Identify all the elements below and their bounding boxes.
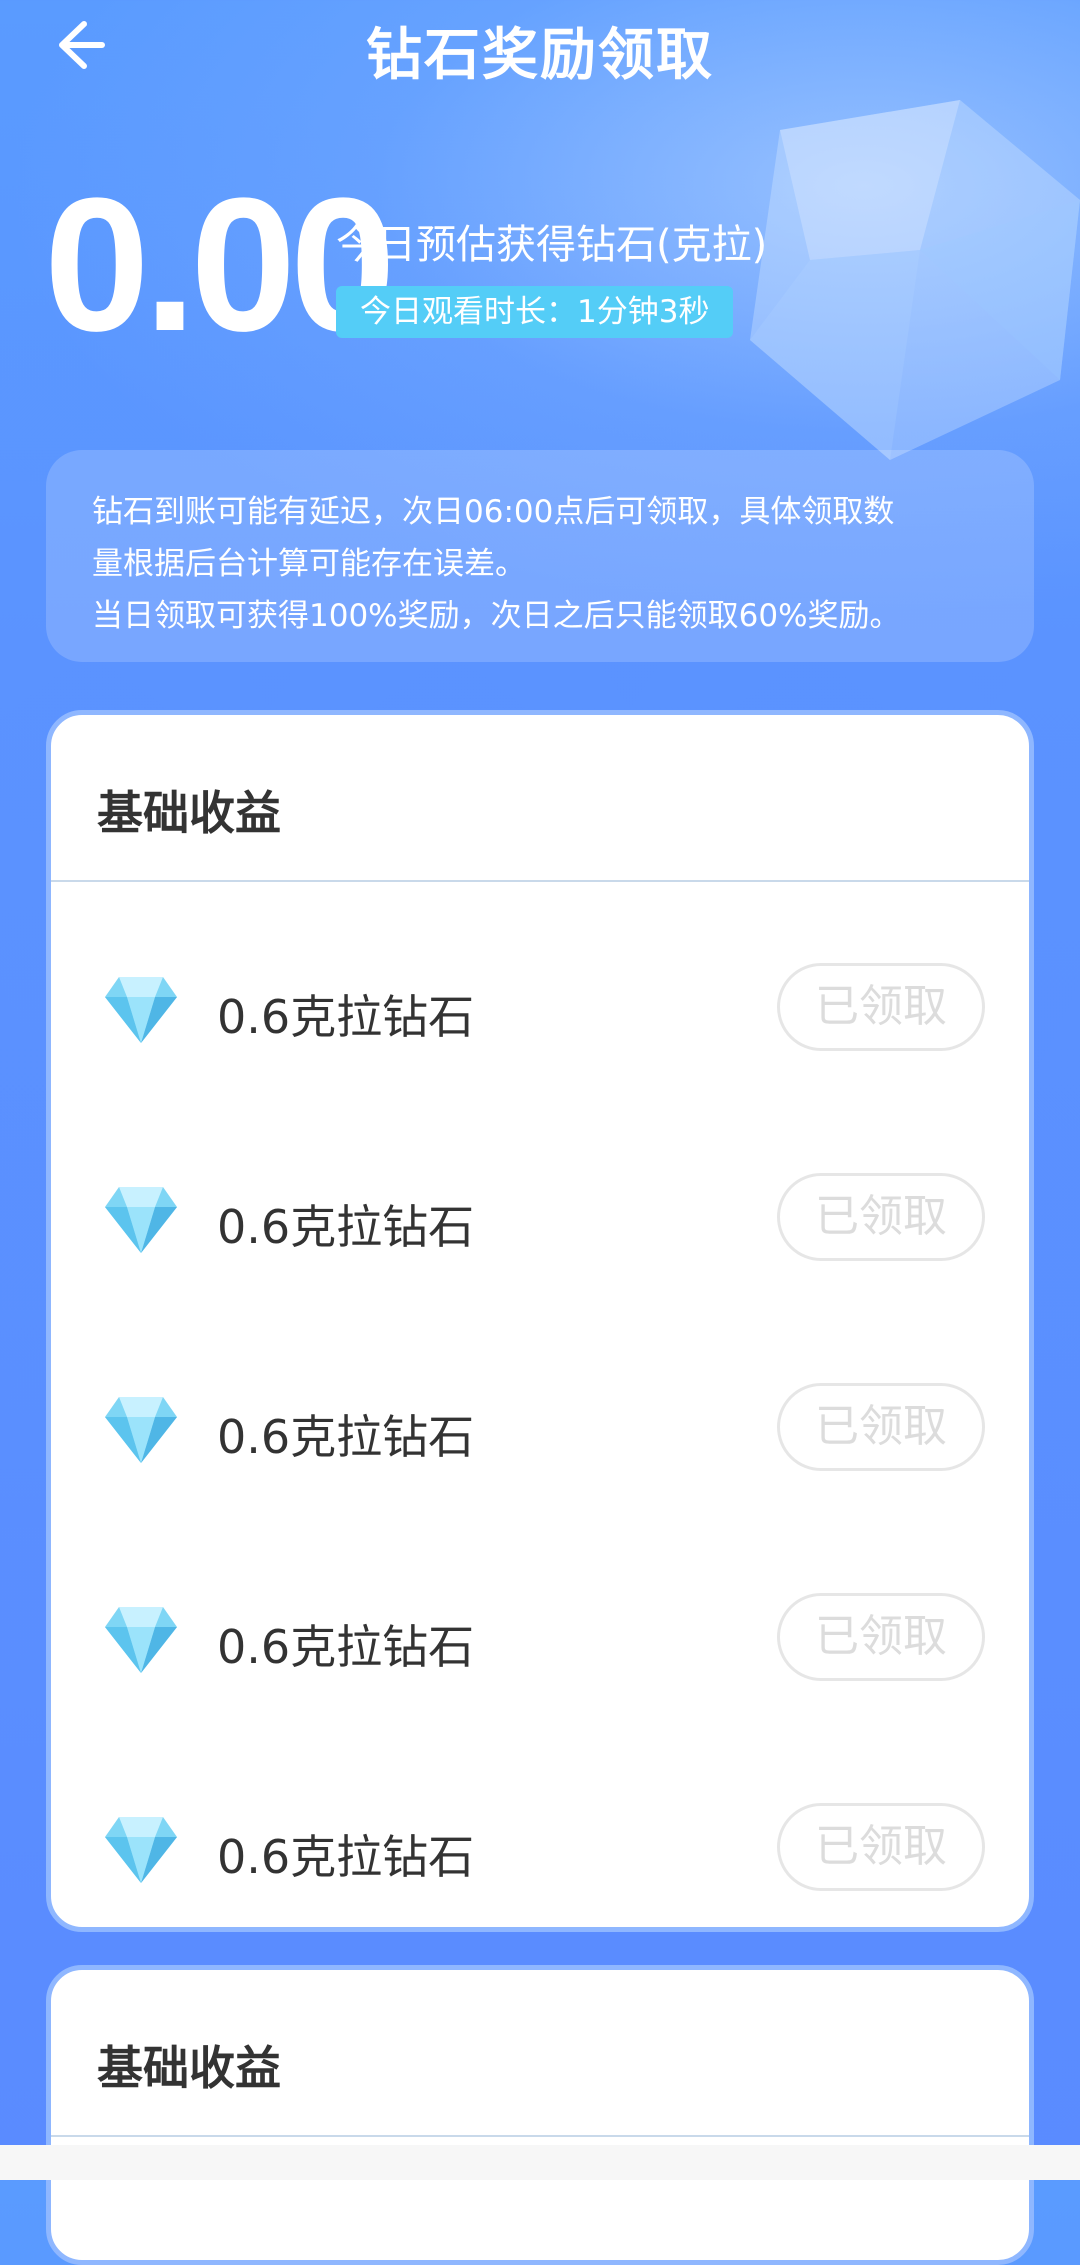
notice-line: 当日领取可获得100%奖励，次日之后只能领取60%奖励。 <box>92 598 901 634</box>
diamond-icon <box>105 1187 177 1253</box>
amount-label: 今日预估获得钻石(克拉) <box>336 222 768 268</box>
divider <box>51 880 1029 882</box>
card-title: 基础收益 <box>97 2041 281 2095</box>
diamond-icon <box>105 1607 177 1673</box>
reward-label: 0.6克拉钻石 <box>217 1830 475 1884</box>
claimed-button[interactable]: 已领取 <box>777 1383 985 1471</box>
notice-line: 量根据后台计算可能存在误差。 <box>92 546 526 582</box>
reward-row: 0.6克拉钻石 已领取 <box>51 1591 1029 1691</box>
claimed-button[interactable]: 已领取 <box>777 1803 985 1891</box>
reward-row: 0.6克拉钻石 已领取 <box>51 1381 1029 1481</box>
watch-time-badge: 今日观看时长：1分钟3秒 <box>336 286 734 338</box>
basic-income-card: 基础收益 <box>46 1965 1034 2265</box>
basic-income-card: 基础收益 0.6克拉钻石 已领取 0.6克拉钻石 已领取 0.6克拉钻石 已领取… <box>46 710 1034 1932</box>
page-title: 钻石奖励领取 <box>366 23 714 88</box>
reward-row: 0.6克拉钻石 已领取 <box>51 1801 1029 1901</box>
diamond-icon <box>105 977 177 1043</box>
notice-box: 钻石到账可能有延迟，次日06:00点后可领取，具体领取数 量根据后台计算可能存在… <box>46 450 1034 662</box>
claimed-button[interactable]: 已领取 <box>777 1593 985 1681</box>
reward-label: 0.6克拉钻石 <box>217 1410 475 1464</box>
diamond-icon <box>105 1817 177 1883</box>
bottom-bar <box>0 2145 1080 2180</box>
claimed-button[interactable]: 已领取 <box>777 963 985 1051</box>
reward-row: 0.6克拉钻石 已领取 <box>51 1171 1029 1271</box>
notice-line: 钻石到账可能有延迟，次日06:00点后可领取，具体领取数 <box>92 494 895 530</box>
header-bar: 钻石奖励领取 <box>0 0 1080 90</box>
claimed-button[interactable]: 已领取 <box>777 1173 985 1261</box>
reward-row: 0.6克拉钻石 已领取 <box>51 961 1029 1061</box>
reward-label: 0.6克拉钻石 <box>217 990 475 1044</box>
card-title: 基础收益 <box>97 786 281 840</box>
diamond-icon <box>105 1397 177 1463</box>
reward-label: 0.6克拉钻石 <box>217 1620 475 1674</box>
reward-label: 0.6克拉钻石 <box>217 1200 475 1254</box>
divider <box>51 2135 1029 2137</box>
